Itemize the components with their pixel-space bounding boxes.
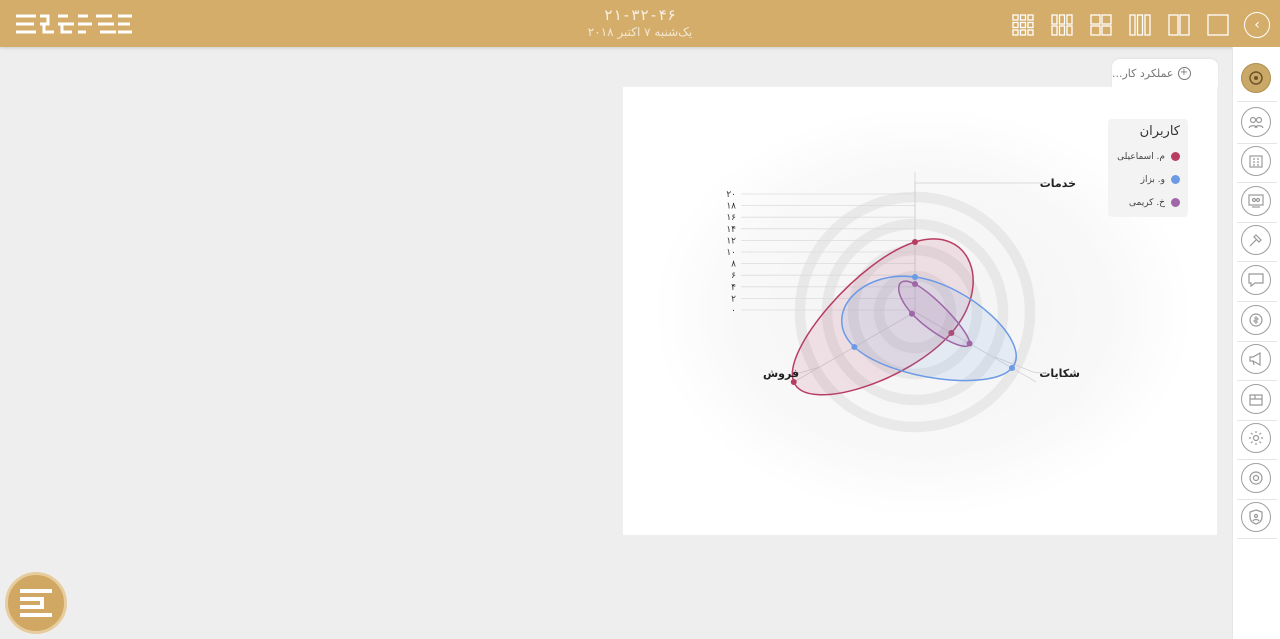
security-icon — [1249, 509, 1263, 525]
sidebar-item-meetings[interactable] — [1241, 186, 1271, 216]
data-point — [912, 239, 918, 245]
sidebar-item-tools[interactable] — [1241, 225, 1271, 255]
tab-label: عملکرد کار... — [1112, 66, 1174, 80]
sidebar-item-messages[interactable] — [1241, 265, 1271, 295]
sidebar-divider — [1237, 261, 1277, 262]
sidebar-divider — [1237, 499, 1277, 500]
columns-3-icon[interactable] — [1128, 13, 1152, 37]
single-pane-icon[interactable] — [1206, 13, 1230, 37]
money-icon — [1249, 313, 1263, 327]
sidebar-divider — [1237, 420, 1277, 421]
sidebar-divider — [1237, 301, 1277, 302]
top-bar: ۲۱-۳۲-۴۶ یک‌شنبه ۷ اکتبر ۲۰۱۸ ‹ — [0, 0, 1280, 47]
clock-date: یک‌شنبه ۷ اکتبر ۲۰۱۸ — [587, 25, 693, 39]
sidebar-item-dashboard[interactable] — [1241, 63, 1271, 93]
sidebar-divider — [1237, 101, 1277, 102]
app-logo — [16, 14, 132, 34]
legend-item[interactable]: م. اسماعیلی — [1116, 145, 1180, 168]
legend-label: و. بزاز — [1140, 174, 1165, 185]
sidebar-divider — [1237, 538, 1277, 539]
sidebar-divider — [1237, 182, 1277, 183]
grid-2x2-icon[interactable] — [1089, 13, 1113, 37]
sidebar-divider — [1237, 222, 1277, 223]
sidebar-item-building[interactable] — [1241, 146, 1271, 176]
scale-tick-label: ۲۰ — [726, 190, 736, 200]
scale-tick-label: ۶ — [731, 271, 736, 281]
scale-tick-label: ۴ — [731, 283, 736, 293]
grid-2x3-icon[interactable] — [1050, 13, 1074, 37]
scale-tick-label: ۸ — [731, 260, 736, 270]
sidebar — [1232, 47, 1280, 639]
legend-label: م. اسماعیلی — [1117, 151, 1165, 162]
data-point — [908, 310, 915, 317]
columns-2-icon[interactable] — [1167, 13, 1191, 37]
legend-dot — [1171, 152, 1180, 161]
meeting-icon — [1248, 194, 1264, 208]
data-point — [966, 340, 973, 347]
legend-dot — [1171, 198, 1180, 207]
sidebar-item-finance[interactable] — [1241, 305, 1271, 335]
legend-label: خ. کریمی — [1129, 197, 1165, 208]
data-point — [912, 281, 918, 287]
settings-icon — [1249, 431, 1263, 445]
legend-item[interactable]: و. بزاز — [1116, 168, 1180, 191]
sidebar-item-security[interactable] — [1241, 502, 1271, 532]
legend-item[interactable]: خ. کریمی — [1116, 191, 1180, 214]
building-icon — [1249, 155, 1263, 168]
chevron-left-icon: ‹ — [1254, 17, 1260, 33]
data-point — [1008, 365, 1015, 371]
sidebar-item-support[interactable] — [1241, 463, 1271, 493]
support-icon — [1249, 471, 1263, 485]
sidebar-item-settings[interactable] — [1241, 423, 1271, 453]
sidebar-divider — [1237, 143, 1277, 144]
tab-work-performance[interactable]: + عملکرد کار... — [1112, 59, 1218, 87]
sidebar-divider — [1237, 459, 1277, 460]
axis-label: فروش — [763, 367, 799, 380]
clock-time: ۲۱-۳۲-۴۶ — [603, 6, 677, 24]
sidebar-item-inventory[interactable] — [1241, 384, 1271, 414]
scale-tick-label: ۱۴ — [726, 225, 736, 235]
sidebar-divider — [1237, 341, 1277, 342]
home-fab-button[interactable] — [5, 572, 67, 634]
axis-label: خدمات — [1040, 177, 1076, 190]
axis-label: شکایات — [1039, 367, 1080, 380]
plus-circle-icon: + — [1177, 66, 1191, 80]
users-icon — [1248, 116, 1264, 129]
scale-tick-label: ۲ — [731, 294, 736, 304]
megaphone-icon — [1249, 351, 1261, 367]
scale-tick-label: ۱۸ — [726, 202, 736, 212]
data-point — [912, 274, 918, 280]
sidebar-item-announcements[interactable] — [1241, 344, 1271, 374]
box-icon — [1249, 394, 1263, 406]
sidebar-item-users[interactable] — [1241, 107, 1271, 137]
legend-dot — [1171, 175, 1180, 184]
chart-legend: کاربران م. اسماعیلی و. بزاز خ. کریمی — [1108, 119, 1188, 217]
chart-card: ۰ ۲ ۴ ۶ ۸ ۱۰ ۱۲ ۱۴ ۱۶ ۱۸ ۲۰ خدمات شکایات فروش کاربرا… — [623, 87, 1217, 535]
sidebar-divider — [1237, 380, 1277, 381]
message-icon — [1248, 273, 1264, 288]
grid-3x3-icon[interactable] — [1011, 13, 1035, 37]
back-button[interactable]: ‹ — [1244, 12, 1270, 38]
scale-tick-label: ۱۶ — [726, 213, 736, 223]
data-point — [851, 344, 858, 350]
legend-title: کاربران — [1139, 124, 1180, 139]
scale-tick-label: ۱۲ — [726, 236, 736, 246]
scale-tick-label: ۱۰ — [726, 248, 736, 258]
hammer-icon — [1249, 234, 1262, 247]
scale-tick-label: ۰ — [731, 306, 736, 316]
app-logo-icon — [20, 589, 52, 617]
dashboard-icon — [1249, 71, 1263, 85]
